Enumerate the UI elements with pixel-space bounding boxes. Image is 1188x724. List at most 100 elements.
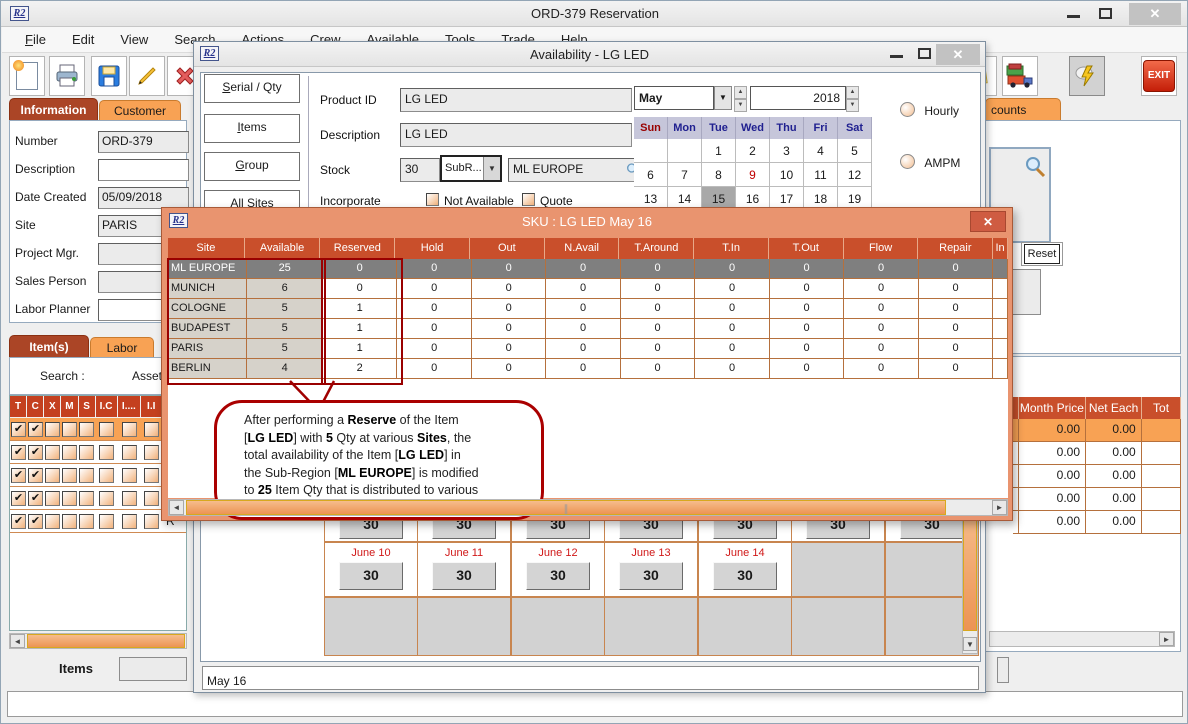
quote-checkbox[interactable] (522, 193, 535, 206)
month-spinner[interactable]: ▲ ▼ (734, 86, 747, 110)
checkbox-checked[interactable]: ✔ (11, 491, 26, 506)
items-footer-field[interactable] (119, 657, 187, 681)
checkbox-unchecked[interactable] (144, 491, 159, 506)
checkbox-unchecked[interactable] (79, 422, 94, 437)
checkbox-unchecked[interactable] (144, 468, 159, 483)
grid-row[interactable]: ✔✔R (10, 464, 186, 487)
checkbox-unchecked[interactable] (45, 445, 60, 460)
menu-item-file[interactable]: File (12, 32, 59, 47)
year-spinner[interactable]: ▲ ▼ (846, 86, 859, 110)
scroll-down-icon[interactable]: ▼ (963, 637, 977, 651)
checkbox-unchecked[interactable] (45, 514, 60, 529)
checkbox-unchecked[interactable] (144, 514, 159, 529)
tab-counts-partial[interactable]: counts (985, 98, 1061, 120)
grid-col-header[interactable]: I.C (96, 396, 118, 418)
price-row[interactable]: 0.000.00 (1013, 442, 1181, 465)
not-available-checkbox[interactable] (426, 193, 439, 206)
scroll-thumb[interactable]: ∥ (186, 500, 946, 515)
scroll-thumb[interactable] (27, 634, 185, 648)
sku-col-site[interactable]: Site (168, 238, 245, 259)
nav-group[interactable]: Group (204, 152, 300, 181)
sku-col-tout[interactable]: T.Out (769, 238, 844, 259)
nav-items[interactable]: Items (204, 114, 300, 143)
qty-value-button[interactable]: 30 (339, 562, 403, 590)
spinner-up-icon[interactable]: ▲ (846, 86, 859, 99)
checkbox-unchecked[interactable] (99, 422, 114, 437)
field-input[interactable]: ORD-379 (98, 131, 189, 153)
year-field[interactable]: 2018 (750, 86, 846, 110)
cal-day-7[interactable]: 7 (668, 163, 702, 187)
print-button[interactable] (49, 56, 85, 96)
exit-button[interactable]: EXIT (1141, 56, 1177, 96)
qty-vscrollbar[interactable]: ▼ (962, 504, 978, 654)
checkbox-unchecked[interactable] (62, 514, 77, 529)
spinner-down-icon[interactable]: ▼ (734, 99, 747, 112)
checkbox-unchecked[interactable] (144, 422, 159, 437)
grid-col-header[interactable]: T (10, 396, 27, 418)
spinner-up-icon[interactable]: ▲ (734, 86, 747, 99)
sku-col-tin[interactable]: T.In (694, 238, 769, 259)
nav-serial-qty[interactable]: Serial / Qty (204, 74, 300, 103)
close-icon[interactable]: ✕ (1129, 3, 1181, 25)
close-icon[interactable]: ✕ (970, 211, 1006, 232)
sku-col-available[interactable]: Available (245, 238, 321, 259)
new-document-button[interactable] (9, 56, 45, 96)
checkbox-unchecked[interactable] (62, 491, 77, 506)
checkbox-checked[interactable]: ✔ (28, 445, 43, 460)
grid-row[interactable]: ✔✔R (10, 418, 186, 441)
price-row[interactable]: 0.000.00 (1013, 465, 1181, 488)
tab-items[interactable]: Item(s) (9, 335, 89, 357)
cal-day-4[interactable]: 4 (804, 139, 838, 163)
minimize-icon[interactable] (890, 55, 903, 58)
checkbox-checked[interactable]: ✔ (11, 422, 26, 437)
checkbox-unchecked[interactable] (99, 514, 114, 529)
cal-day-3[interactable]: 3 (770, 139, 804, 163)
price-row[interactable]: 0.000.00 (1013, 488, 1181, 511)
maximize-icon[interactable] (918, 48, 931, 59)
tab-information[interactable]: Information (9, 98, 98, 120)
scroll-left-icon[interactable]: ◄ (10, 634, 25, 648)
scroll-thumb[interactable] (963, 505, 977, 631)
checkbox-unchecked[interactable] (99, 491, 114, 506)
cal-day-6[interactable]: 6 (634, 163, 668, 187)
grid-col-header[interactable]: I.... (118, 396, 142, 418)
ampm-radio[interactable]: AMPM (900, 154, 960, 170)
tab-customer[interactable]: Customer (99, 100, 181, 120)
cal-day-9[interactable]: 9 (736, 163, 770, 187)
checkbox-unchecked[interactable] (45, 422, 60, 437)
save-button[interactable] (91, 56, 127, 96)
cal-day-1[interactable]: 1 (702, 139, 736, 163)
grid-col-header[interactable]: M (61, 396, 78, 418)
quick-action-button[interactable] (1069, 56, 1105, 96)
sku-col-out[interactable]: Out (470, 238, 545, 259)
sku-col-taround[interactable]: T.Around (619, 238, 694, 259)
grid-row[interactable]: ✔✔R (10, 510, 186, 533)
checkbox-unchecked[interactable] (122, 491, 137, 506)
checkbox-unchecked[interactable] (62, 422, 77, 437)
checkbox-unchecked[interactable] (79, 491, 94, 506)
sku-col-flow[interactable]: Flow (844, 238, 919, 259)
checkbox-unchecked[interactable] (62, 445, 77, 460)
cal-day-10[interactable]: 10 (770, 163, 804, 187)
checkbox-unchecked[interactable] (144, 445, 159, 460)
cal-day-11[interactable]: 11 (804, 163, 838, 187)
minimize-icon[interactable] (1067, 15, 1080, 18)
search-field-value[interactable]: Asset (132, 369, 162, 383)
sku-hscrollbar[interactable]: ◄ ∥ ► (168, 499, 1008, 516)
grid-col-header[interactable]: X (44, 396, 61, 418)
checkbox-unchecked[interactable] (122, 445, 137, 460)
field-input[interactable]: 05/09/2018 (98, 187, 189, 209)
checkbox-unchecked[interactable] (99, 468, 114, 483)
qty-value-button[interactable]: 30 (526, 562, 590, 590)
sku-col-hold[interactable]: Hold (395, 238, 470, 259)
checkbox-checked[interactable]: ✔ (28, 468, 43, 483)
menu-item-view[interactable]: View (107, 32, 161, 47)
edit-button[interactable] (129, 56, 165, 96)
cal-day-12[interactable]: 12 (838, 163, 872, 187)
grid-col-header[interactable]: I.I (141, 396, 162, 418)
region-value-field[interactable]: ML EUROPE (508, 158, 644, 182)
sku-col-repair[interactable]: Repair (918, 238, 993, 259)
grid-row[interactable]: ✔✔R (10, 487, 186, 510)
cal-day-2[interactable]: 2 (736, 139, 770, 163)
checkbox-checked[interactable]: ✔ (28, 422, 43, 437)
